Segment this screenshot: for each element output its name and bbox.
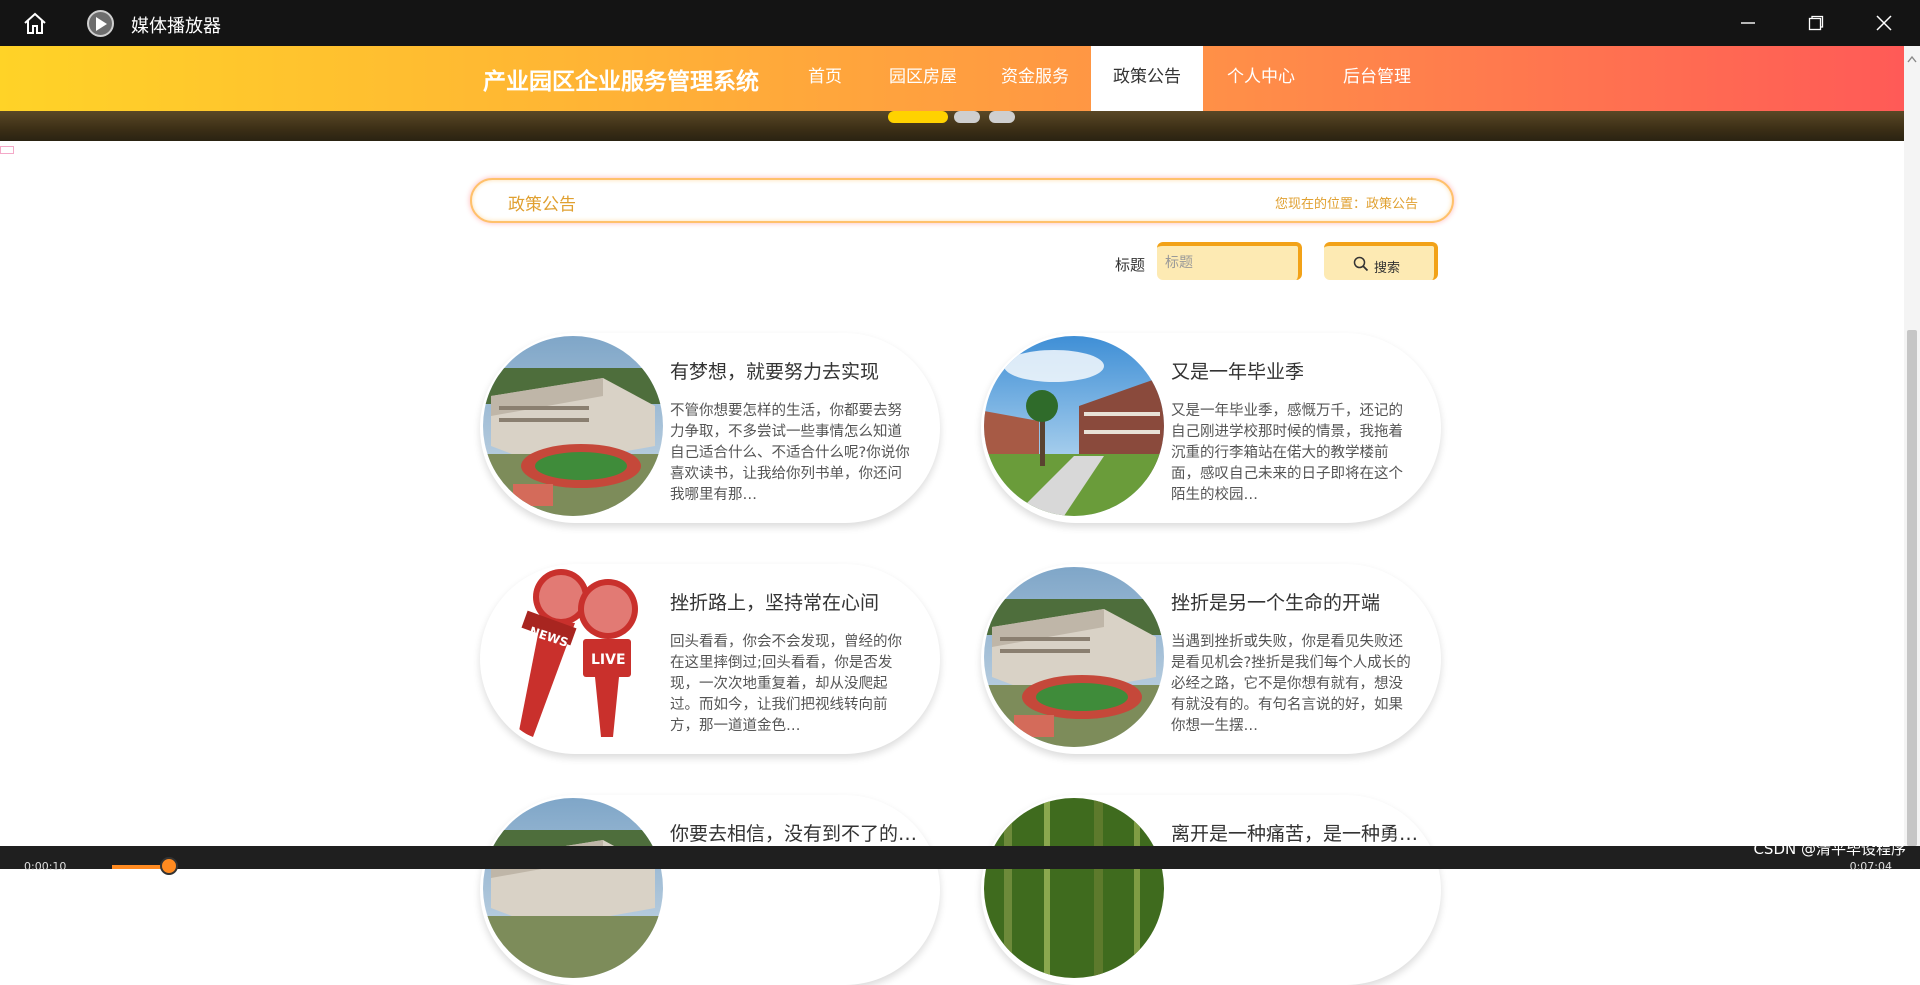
current-time: 0:00:10 [24,860,67,873]
notice-card[interactable]: 离开是一种痛苦，是一种勇… [981,795,1441,985]
card-summary: 不管你想要怎样的生活，你都要去努力争取，不多尝试一些事情怎么知道自己适合什么、不… [670,403,910,503]
carousel-dot[interactable] [989,111,1015,123]
card-title[interactable]: 你要去相信，没有到不了的… [670,819,936,846]
nav-item-home[interactable]: 首页 [793,46,857,111]
total-time: 0:07:04 [1849,860,1892,873]
card-summary: 回头看看，你会不会发现，曾经的你在这里摔倒过;回头看看，你是否发现，一次次地重复… [670,634,902,734]
banner-image [0,111,1904,141]
card-title[interactable]: 离开是一种痛苦，是一种勇… [1171,819,1437,846]
school-building-image [483,336,663,516]
card-title[interactable]: 又是一年毕业季 [1171,357,1437,384]
home-icon[interactable] [22,11,48,35]
nav-item-admin[interactable]: 后台管理 [1332,46,1422,111]
media-player-controls: 0:00:10 0:07:04 [0,846,1920,873]
svg-text:LIVE: LIVE [591,652,626,668]
notice-card[interactable]: NEWS LIVE 挫折路上，坚持常在心间 回头看看，你会不会发现，曾经的你在这… [480,564,940,754]
breadcrumb-title: 政策公告 [508,195,576,215]
nav-item-park-housing[interactable]: 园区房屋 [878,46,968,111]
search-button-label: 搜索 [1374,260,1401,275]
school-building-image [483,798,663,978]
window-titlebar: 媒体播放器 [0,0,1920,46]
card-title[interactable]: 有梦想，就要努力去实现 [670,357,936,384]
nav-item-personal-center[interactable]: 个人中心 [1216,46,1306,111]
restore-button[interactable] [1786,0,1846,46]
scrollbar-thumb[interactable] [1907,330,1917,846]
card-summary: 当遇到挫折或失败，你是看见失败还是看见机会?挫折是我们每个人成长的必经之路，它不… [1171,634,1411,734]
search-label: 标题 [1115,256,1146,274]
search-button[interactable]: 搜索 [1324,242,1438,280]
notice-card[interactable]: 又是一年毕业季 又是一年毕业季，感慨万千，还记的自己刚进学校那时候的情景，我拖着… [981,333,1441,523]
carousel-dot[interactable] [954,111,980,123]
search-icon [1353,256,1369,272]
window-title: 媒体播放器 [131,16,221,37]
minimize-button[interactable] [1718,0,1778,46]
media-player-icon [87,10,114,37]
watermark: CSDN @清平毕设程序 [1753,840,1906,858]
breadcrumb-location: 您现在的位置：政策公告 [1274,197,1418,212]
notice-card[interactable]: 挫折是另一个生命的开端 当遇到挫折或失败，你是看见失败还是看见机会?挫折是我们每… [981,564,1441,754]
notice-card[interactable]: 你要去相信，没有到不了的… [480,795,940,985]
scroll-up-arrow-icon[interactable] [1907,48,1917,67]
close-button[interactable] [1854,0,1914,46]
notice-card[interactable]: 有梦想，就要努力去实现 不管你想要怎样的生活，你都要去努力争取，不多尝试一些事情… [480,333,940,523]
decorative-mark [0,146,14,154]
card-title[interactable]: 挫折路上，坚持常在心间 [670,588,936,615]
forest-image [984,798,1164,978]
search-input[interactable] [1157,242,1302,280]
nav-item-fund-service[interactable]: 资金服务 [990,46,1080,111]
nav-item-policy-notice[interactable]: 政策公告 [1091,46,1203,111]
carousel-dot-active[interactable] [888,111,948,123]
site-navbar: 产业园区企业服务管理系统 首页 园区房屋 资金服务 政策公告 个人中心 后台管理 [0,46,1904,111]
card-title[interactable]: 挫折是另一个生命的开端 [1171,588,1437,615]
news-live-microphone-image: NEWS LIVE [483,567,663,747]
card-summary: 又是一年毕业季，感慨万千，还记的自己刚进学校那时候的情景，我拖着沉重的行李箱站在… [1171,403,1403,503]
playback-progress-knob[interactable] [160,857,178,875]
breadcrumb-bar: 政策公告 您现在的位置：政策公告 [470,178,1454,223]
site-title: 产业园区企业服务管理系统 [483,69,759,95]
campus-courtyard-image [984,336,1164,516]
school-building-image [984,567,1164,747]
